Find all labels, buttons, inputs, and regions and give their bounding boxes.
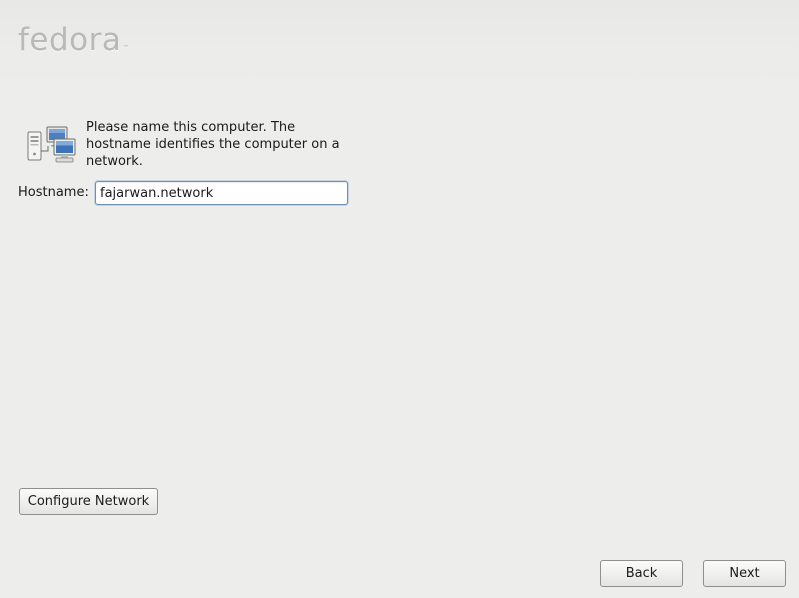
- logo-trademark: ™: [122, 44, 130, 52]
- hostname-description: Please name this computer. The hostname …: [86, 120, 340, 169]
- header-banner: fedora™: [0, 0, 799, 92]
- next-button[interactable]: Next: [703, 560, 786, 587]
- logo-text: fedora: [18, 22, 122, 58]
- hostname-label: Hostname:: [18, 185, 89, 200]
- network-computers-icon: [27, 126, 76, 163]
- configure-network-button[interactable]: Configure Network: [19, 488, 158, 515]
- fedora-logo: fedora™: [18, 22, 130, 58]
- hostname-input[interactable]: [95, 181, 348, 205]
- back-button[interactable]: Back: [600, 560, 683, 587]
